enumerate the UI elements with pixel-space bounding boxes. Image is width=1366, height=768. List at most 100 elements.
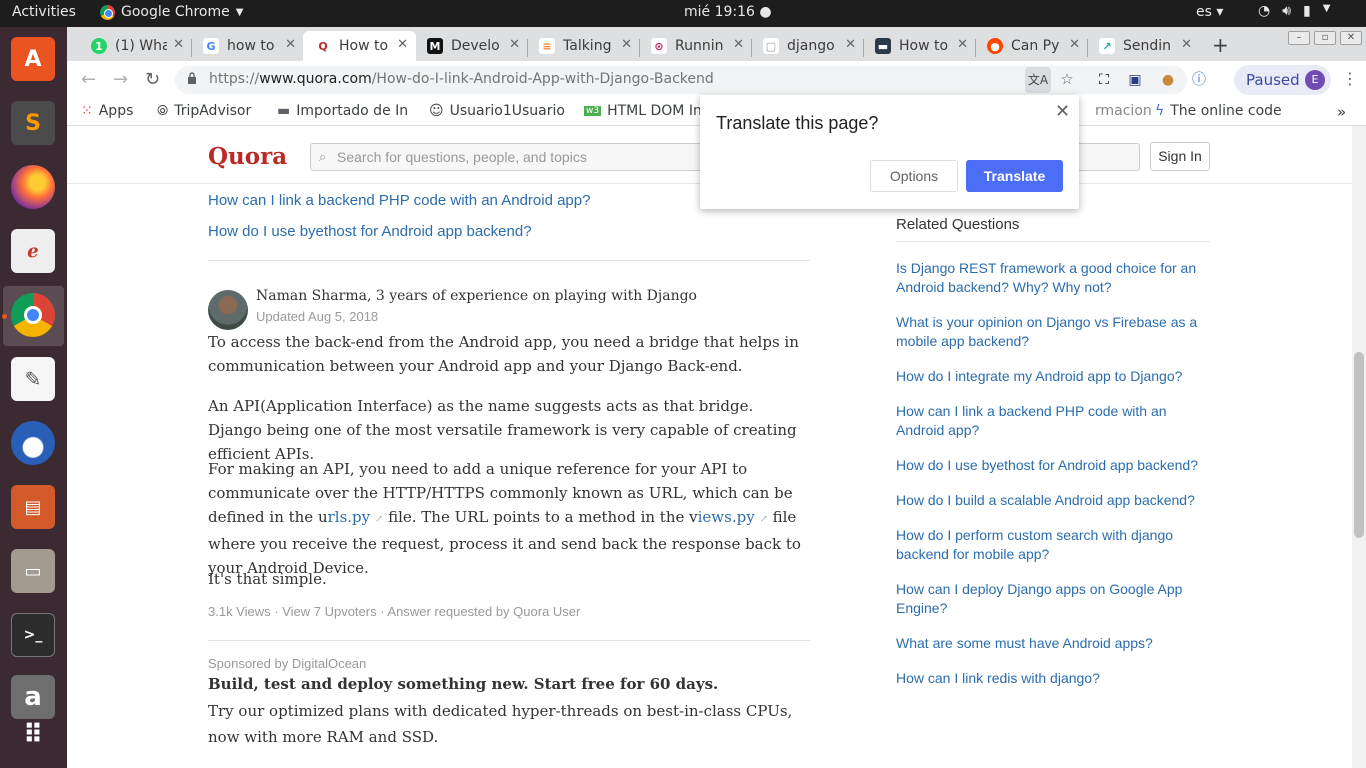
related-question-link[interactable]: How can I link redis with django? [896, 669, 1210, 688]
related-question-link[interactable]: How can I link a backend PHP code with a… [896, 402, 1210, 440]
app-grid-icon[interactable]: ⠿ [11, 713, 55, 757]
terminal-icon[interactable]: >_ [11, 613, 55, 657]
urls-py-link[interactable]: rls.py [328, 508, 371, 526]
tab-django[interactable]: ▢ django ✕ [751, 31, 864, 61]
sign-in-button[interactable]: Sign In [1150, 142, 1210, 171]
tab-google[interactable]: G how to ✕ [191, 31, 304, 61]
app-menu[interactable]: Google Chrome ▼ [100, 4, 243, 20]
related-link[interactable]: How can I link a backend PHP code with a… [208, 192, 590, 209]
file-cabinet-icon[interactable]: ▭ [11, 549, 55, 593]
close-icon[interactable]: ✕ [397, 37, 408, 52]
address-bar[interactable]: https://www.quora.com/How-do-I-link-Andr… [175, 66, 1187, 94]
close-icon[interactable]: ✕ [1055, 101, 1070, 122]
chrome-icon[interactable] [11, 293, 55, 337]
answer-updated-date[interactable]: Updated Aug 5, 2018 [256, 309, 378, 324]
bookmark-informacion[interactable]: rmacion [1095, 103, 1152, 119]
back-button[interactable]: ← [81, 69, 96, 90]
system-tray[interactable]: ◔ 🔊︎ ▮ ▼ [1258, 3, 1330, 19]
close-icon[interactable]: ✕ [173, 37, 184, 52]
author-avatar[interactable] [208, 290, 248, 330]
close-icon[interactable]: ✕ [733, 37, 744, 52]
tab-title: Develo [451, 38, 500, 54]
related-question-link[interactable]: How do I perform custom search with djan… [896, 526, 1210, 564]
clock[interactable]: mié 19:16 ● [684, 4, 772, 20]
close-icon[interactable]: ✕ [621, 37, 632, 52]
sponsored-label[interactable]: Sponsored by DigitalOcean [208, 656, 366, 671]
answer-paragraph: For making an API, you need to add a uni… [208, 457, 810, 580]
search-placeholder: Search for questions, people, and topics [337, 149, 587, 165]
profile-paused-button[interactable]: Paused E [1234, 65, 1331, 95]
related-question-link[interactable]: What are some must have Android apps? [896, 634, 1210, 653]
bookmark-apps[interactable]: ⁙ Apps [81, 103, 133, 119]
related-question-link[interactable]: What is your opinion on Django vs Fireba… [896, 313, 1210, 351]
cookie-ext-icon[interactable]: ● [1158, 70, 1178, 90]
bookmark-online-code[interactable]: ϟ The online code [1155, 103, 1282, 119]
tab-medium[interactable]: M Develo ✕ [415, 31, 528, 61]
tab-quora-active[interactable]: Q How to ✕ [303, 31, 416, 61]
info-ext-icon[interactable]: ⓘ [1189, 70, 1209, 90]
kebab-menu-icon[interactable]: ⋮ [1342, 69, 1358, 88]
close-icon[interactable]: ✕ [1181, 37, 1192, 52]
ad-title[interactable]: Build, test and deploy something new. St… [208, 675, 718, 693]
tab-stackoverflow[interactable]: ≡ Talking ✕ [527, 31, 640, 61]
answer-meta[interactable]: 3.1k Views · View 7 Upvoters · Answer re… [208, 604, 580, 619]
presentation-icon[interactable]: ▤ [11, 485, 55, 529]
bookmark-html-dom[interactable]: w3 HTML DOM In [584, 103, 702, 119]
close-icon[interactable]: ✕ [1069, 37, 1080, 52]
scrollbar-thumb[interactable] [1354, 352, 1364, 538]
translate-button[interactable]: Translate [966, 160, 1063, 192]
pdf-icon[interactable]: ℯ [11, 229, 55, 273]
tab-title: Sendin [1123, 38, 1172, 54]
text: file. The URL points to a method in the … [383, 508, 698, 526]
related-question-link[interactable]: How do I integrate my Android app to Dja… [896, 367, 1210, 386]
bookmark-usuario[interactable]: ☺ Usuario1Usuario [429, 103, 565, 119]
maximize-button[interactable]: ▫ [1314, 31, 1336, 45]
reload-button[interactable]: ↻ [145, 69, 160, 90]
sublime-icon[interactable]: S [11, 101, 55, 145]
bookmark-folder-imported[interactable]: ▬ Importado de In [277, 103, 408, 119]
tab-title: Can Py [1011, 38, 1060, 54]
thunderbird-icon[interactable] [11, 421, 55, 465]
views-py-link[interactable]: iews.py [698, 508, 755, 526]
tab-reddit[interactable]: ● Can Py ✕ [975, 31, 1088, 61]
options-button[interactable]: Options [870, 160, 958, 192]
page-scrollbar[interactable] [1352, 126, 1366, 768]
close-icon[interactable]: ✕ [509, 37, 520, 52]
battery-icon: ▮ [1303, 3, 1311, 19]
tab-title: Talking [563, 38, 612, 54]
external-link-icon: ↗ [759, 514, 768, 525]
star-icon[interactable]: ☆ [1057, 70, 1077, 90]
related-question-link[interactable]: How do I use byethost for Android app ba… [896, 456, 1210, 475]
close-icon[interactable]: ✕ [845, 37, 856, 52]
tab-whatsapp[interactable]: 1 (1) Wha ✕ [79, 31, 192, 61]
screenshot-ext-icon[interactable]: ⛶ [1094, 70, 1114, 90]
bookmark-tripadvisor[interactable]: ⦾ TripAdvisor [157, 103, 251, 119]
tab-howto[interactable]: ▬ How to ✕ [863, 31, 976, 61]
quora-logo[interactable]: Quora [208, 143, 287, 170]
close-icon[interactable]: ✕ [285, 37, 296, 52]
close-window-button[interactable]: ✕ [1340, 31, 1362, 45]
new-tab-button[interactable]: + [1212, 33, 1229, 57]
close-icon[interactable]: ✕ [957, 37, 968, 52]
related-link[interactable]: How do I use byethost for Android app ba… [208, 223, 532, 240]
tab-sending[interactable]: ↗ Sendin ✕ [1087, 31, 1200, 61]
activities-button[interactable]: Activities [12, 4, 76, 20]
related-question-link[interactable]: How can I deploy Django apps on Google A… [896, 580, 1210, 618]
wifi-icon: ◔ [1258, 3, 1271, 19]
w3-icon: w3 [584, 106, 602, 116]
ubuntu-software-icon[interactable]: A [11, 37, 55, 81]
translate-icon[interactable]: 文A [1025, 67, 1051, 93]
tab-running[interactable]: ⊙ Runnin ✕ [639, 31, 752, 61]
author-credential[interactable]: Naman Sharma, 3 years of experience on p… [256, 288, 697, 304]
notepad-icon[interactable]: ✎ [11, 357, 55, 401]
book-ext-icon[interactable]: ▣ [1125, 70, 1145, 90]
language-indicator[interactable]: es ▾ [1196, 4, 1223, 20]
ad-body: Try our optimized plans with dedicated h… [208, 702, 793, 746]
stackoverflow-icon: ≡ [539, 38, 555, 54]
minimize-button[interactable]: – [1288, 31, 1310, 45]
forward-button[interactable]: → [113, 69, 128, 90]
related-question-link[interactable]: How do I build a scalable Android app ba… [896, 491, 1210, 510]
related-question-link[interactable]: Is Django REST framework a good choice f… [896, 259, 1210, 297]
more-bookmarks-icon[interactable]: » [1337, 103, 1346, 121]
firefox-icon[interactable] [11, 165, 55, 209]
